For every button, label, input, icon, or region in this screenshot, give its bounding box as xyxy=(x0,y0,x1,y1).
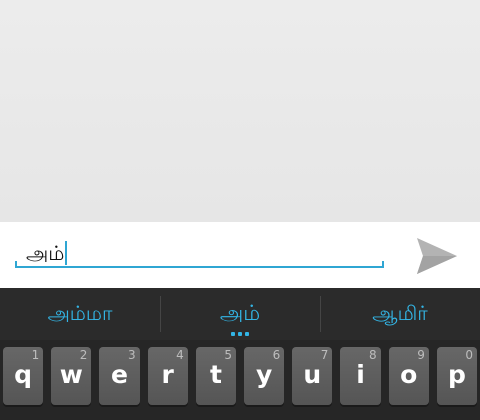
key-w[interactable]: 2w xyxy=(51,347,92,405)
key-p[interactable]: 0p xyxy=(436,347,478,405)
key-hint: 9 xyxy=(417,348,425,362)
suggestion-label: அம் xyxy=(219,300,261,325)
message-input[interactable]: அம் xyxy=(15,238,384,268)
message-input-value: அம் xyxy=(26,241,65,265)
key-hint: 3 xyxy=(127,348,136,362)
key-hint: 1 xyxy=(31,348,40,362)
key-hint: 4 xyxy=(176,348,184,362)
message-content-area xyxy=(0,0,480,222)
send-button[interactable] xyxy=(414,236,460,276)
key-t[interactable]: 5t xyxy=(195,347,237,405)
suggestion-strip: அம்மா அம் ஆமிர் xyxy=(0,288,480,340)
suggestion-label: அம்மா xyxy=(47,300,113,325)
key-letter: y xyxy=(255,360,273,389)
key-letter: o xyxy=(400,360,418,389)
key-u[interactable]: 7u xyxy=(292,347,333,405)
suggestion-right[interactable]: ஆமிர் xyxy=(320,288,480,340)
soft-keyboard: அம்மா அம் ஆமிர் 1q 2w 3e 4r 5t 6y 7u 8i … xyxy=(0,288,480,420)
key-letter: t xyxy=(209,360,222,389)
key-hint: 6 xyxy=(272,348,281,362)
key-hint: 0 xyxy=(465,348,474,362)
key-hint: 5 xyxy=(224,348,233,362)
key-e[interactable]: 3e xyxy=(99,347,140,405)
key-letter: u xyxy=(303,360,322,389)
key-q[interactable]: 1q xyxy=(3,347,44,405)
message-input-text: அம் xyxy=(26,240,68,266)
suggestion-label: ஆமிர் xyxy=(372,300,428,325)
key-letter: w xyxy=(59,360,83,389)
key-y[interactable]: 6y xyxy=(244,347,285,405)
key-row-top: 1q 2w 3e 4r 5t 6y 7u 8i 9o 0p xyxy=(3,347,478,405)
key-letter: e xyxy=(111,360,128,389)
key-hint: 7 xyxy=(320,348,329,362)
key-o[interactable]: 9o xyxy=(388,347,429,405)
key-letter: q xyxy=(14,360,33,389)
suggestion-left[interactable]: அம்மா xyxy=(0,288,160,340)
more-suggestions-icon xyxy=(231,332,249,336)
key-r[interactable]: 4r xyxy=(147,347,188,405)
key-letter: p xyxy=(447,360,466,389)
suggestion-center[interactable]: அம் xyxy=(160,288,320,340)
key-i[interactable]: 8i xyxy=(340,347,381,405)
key-letter: r xyxy=(161,360,174,389)
text-cursor xyxy=(65,241,68,265)
send-icon xyxy=(417,238,457,274)
key-hint: 8 xyxy=(368,348,377,362)
compose-bar: அம் xyxy=(0,222,480,288)
key-letter: i xyxy=(356,360,365,389)
